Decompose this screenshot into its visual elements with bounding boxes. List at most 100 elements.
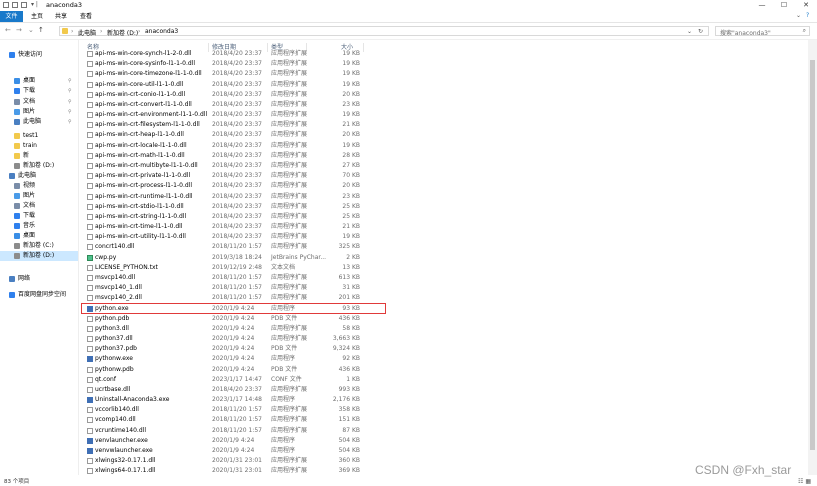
crumb-separator-icon[interactable]: › xyxy=(71,28,73,35)
file-name: vcomp140.dll xyxy=(95,416,136,424)
file-row[interactable]: msvcp140_2.dll 2018/11/20 1:57 应用程序扩展 201 K… xyxy=(80,293,780,303)
file-row[interactable]: api-ms-win-crt-conio-l1-1-0.dll 2018/4/20… xyxy=(80,90,780,100)
file-row[interactable]: Uninstall-Anaconda3.exe 2023/1/17 14:48 应用… xyxy=(80,395,780,405)
file-type: 应用程序扩展 xyxy=(271,151,308,159)
sidebar-item[interactable]: 下载 ⚲ xyxy=(0,86,78,96)
file-row[interactable]: cwp.py 2019/3/18 18:24 JetBrains PyChar...… xyxy=(80,253,780,263)
file-row[interactable]: xlwings64-0.17.1.dll 2020/1/31 23:01 应用程序扩… xyxy=(80,466,780,476)
file-row[interactable]: pythonw.pdb 2020/1/9 4:24 PDB 文件 436 KB xyxy=(80,365,780,375)
close-button[interactable]: ✕ xyxy=(795,0,817,11)
sidebar-item[interactable]: 网络 xyxy=(0,274,78,284)
scrollbar-thumb[interactable] xyxy=(810,60,815,450)
file-row[interactable]: python.pdb 2020/1/9 4:24 PDB 文件 436 KB xyxy=(80,314,780,324)
sidebar-item[interactable]: 文档 ⚲ xyxy=(0,97,78,107)
file-type: 应用程序扩展 xyxy=(271,100,308,108)
vertical-scrollbar[interactable] xyxy=(808,40,817,475)
file-row[interactable]: api-ms-win-core-timezone-l1-1-0.dll 2018/… xyxy=(80,69,780,79)
file-row[interactable]: pythonw.exe 2020/1/9 4:24 应用程序 92 KB xyxy=(80,354,780,364)
properties-icon[interactable] xyxy=(12,2,18,8)
file-row[interactable]: api-ms-win-core-util-l1-1-0.dll 2018/4/20… xyxy=(80,80,780,90)
sidebar-item[interactable]: 图片 ⚲ xyxy=(0,107,78,117)
sidebar-item[interactable]: 此电脑 xyxy=(0,171,78,181)
file-date: 2018/4/20 23:37 xyxy=(212,141,262,149)
back-button[interactable]: ← xyxy=(5,26,11,34)
file-row[interactable]: api-ms-win-crt-multibyte-l1-1-0.dll 2018/… xyxy=(80,161,780,171)
file-row[interactable]: LICENSE_PYTHON.txt 2019/12/19 2:48 文本文档 13 … xyxy=(80,263,780,273)
file-row[interactable]: api-ms-win-crt-heap-l1-1-0.dll 2018/4/20 … xyxy=(80,130,780,140)
dll-file-icon xyxy=(87,386,93,393)
file-row[interactable]: api-ms-win-crt-filesystem-l1-1-0.dll 2018… xyxy=(80,120,780,130)
file-row[interactable]: concrt140.dll 2018/11/20 1:57 应用程序扩展 325 KB xyxy=(80,242,780,252)
new-folder-icon[interactable] xyxy=(21,2,27,8)
file-row[interactable]: msvcp140.dll 2018/11/20 1:57 应用程序扩展 613 KB xyxy=(80,273,780,283)
file-row[interactable]: vccorlib140.dll 2018/11/20 1:57 应用程序扩展 358 … xyxy=(80,405,780,415)
sidebar-item[interactable]: 此电脑 ⚲ xyxy=(0,117,78,127)
file-type: 应用程序 xyxy=(271,396,296,404)
dll-file-icon xyxy=(87,336,93,343)
sidebar-item[interactable]: test1 xyxy=(0,131,78,141)
file-row[interactable]: xlwings32-0.17.1.dll 2020/1/31 23:01 应用程序扩… xyxy=(80,456,780,466)
file-row[interactable]: api-ms-win-crt-convert-l1-1-0.dll 2018/4/… xyxy=(80,100,780,110)
file-row[interactable]: api-ms-win-crt-locale-l1-1-0.dll 2018/4/2… xyxy=(80,141,780,151)
sidebar-item[interactable]: 图片 xyxy=(0,191,78,201)
sidebar-item[interactable]: 桌面 xyxy=(0,231,78,241)
file-row[interactable]: api-ms-win-core-synch-l1-2-0.dll 2018/4/2… xyxy=(80,49,780,59)
file-name: python.pdb xyxy=(95,314,130,322)
sidebar-item[interactable]: 文档 xyxy=(0,201,78,211)
up-button[interactable]: ↑ xyxy=(38,26,44,34)
file-row[interactable]: venvwlauncher.exe 2020/1/9 4:24 应用程序 504 KB xyxy=(80,446,780,456)
file-row[interactable]: api-ms-win-crt-math-l1-1-0.dll 2018/4/20 … xyxy=(80,151,780,161)
file-size: 19 KB xyxy=(342,141,360,149)
file-row[interactable]: venvlauncher.exe 2020/1/9 4:24 应用程序 504 KB xyxy=(80,436,780,446)
sidebar-item[interactable]: 新加卷 (D:) xyxy=(0,161,78,171)
file-name: pythonw.exe xyxy=(95,355,133,363)
dll-file-icon xyxy=(87,417,93,424)
file-size: 613 KB xyxy=(338,273,360,281)
sidebar-item[interactable]: 下载 xyxy=(0,211,78,221)
sidebar-item[interactable]: train xyxy=(0,141,78,151)
tab-home[interactable]: 主页 xyxy=(28,11,46,22)
file-row[interactable]: api-ms-win-crt-stdio-l1-1-0.dll 2018/4/20… xyxy=(80,202,780,212)
file-row[interactable]: api-ms-win-crt-process-l1-1-0.dll 2018/4/… xyxy=(80,181,780,191)
file-row[interactable]: ucrtbase.dll 2018/4/20 23:37 应用程序扩展 993 KB xyxy=(80,385,780,395)
sidebar-item[interactable]: 新加卷 (C:) xyxy=(0,241,78,251)
file-row[interactable]: api-ms-win-crt-environment-l1-1-0.dll 201… xyxy=(80,110,780,120)
file-row[interactable]: api-ms-win-crt-time-l1-1-0.dll 2018/4/20 … xyxy=(80,222,780,232)
sidebar-item[interactable]: 音乐 xyxy=(0,221,78,231)
sidebar-item[interactable]: 视频 xyxy=(0,181,78,191)
exe-file-icon xyxy=(87,397,93,404)
sidebar-item[interactable]: 快速访问 xyxy=(0,50,78,60)
sidebar-item[interactable]: 百度网盘同步空间 xyxy=(0,290,78,300)
file-size: 19 KB xyxy=(342,70,360,78)
dll-file-icon xyxy=(87,101,93,108)
file-row[interactable]: api-ms-win-crt-string-l1-1-0.dll 2018/4/2… xyxy=(80,212,780,222)
view-mode-icons[interactable]: ☷ ▦ xyxy=(798,478,811,485)
sidebar-item-label: 文档 xyxy=(23,98,36,105)
help-icon[interactable]: ? xyxy=(806,12,809,19)
file-row[interactable]: vcomp140.dll 2018/11/20 1:57 应用程序扩展 151 KB xyxy=(80,415,780,425)
recent-locations-button[interactable]: ⌄ xyxy=(28,26,34,34)
file-size: 325 KB xyxy=(338,243,360,251)
forward-button[interactable]: → xyxy=(16,26,22,34)
quick-access-dropdown-icon[interactable]: ▾ | xyxy=(31,1,38,8)
file-row[interactable]: api-ms-win-crt-private-l1-1-0.dll 2018/4/… xyxy=(80,171,780,181)
file-row[interactable]: vcruntime140.dll 2018/11/20 1:57 应用程序扩展 87 … xyxy=(80,426,780,436)
file-row[interactable]: api-ms-win-crt-runtime-l1-1-0.dll 2018/4/… xyxy=(80,192,780,202)
file-row[interactable]: python37.dll 2020/1/9 4:24 应用程序扩展 3,663 KB xyxy=(80,334,780,344)
file-type: 应用程序扩展 xyxy=(271,182,308,190)
sidebar-item[interactable]: 新 xyxy=(0,151,78,161)
file-row[interactable]: api-ms-win-crt-utility-l1-1-0.dll 2018/4/… xyxy=(80,232,780,242)
file-name: api-ms-win-crt-math-l1-1-0.dll xyxy=(95,151,185,159)
desktop-icon xyxy=(14,233,20,239)
file-row[interactable]: qt.conf 2023/1/17 14:47 CONF 文件 1 KB xyxy=(80,375,780,385)
file-row[interactable]: api-ms-win-core-sysinfo-l1-1-0.dll 2018/4… xyxy=(80,59,780,69)
sidebar-item[interactable]: 桌面 ⚲ xyxy=(0,76,78,86)
file-row[interactable]: python3.dll 2020/1/9 4:24 应用程序扩展 58 KB xyxy=(80,324,780,334)
sidebar-item[interactable]: 新加卷 (D:) xyxy=(0,251,78,261)
tab-file[interactable]: 文件 xyxy=(0,11,23,22)
file-date: 2018/4/20 23:37 xyxy=(212,100,262,108)
file-row[interactable]: python37.pdb 2020/1/9 4:24 PDB 文件 9,324 KB xyxy=(80,344,780,354)
expand-ribbon-icon[interactable]: ⌄ xyxy=(796,12,801,19)
tab-share[interactable]: 共享 xyxy=(52,11,70,22)
file-row[interactable]: msvcp140_1.dll 2018/11/20 1:57 应用程序扩展 31 KB xyxy=(80,283,780,293)
